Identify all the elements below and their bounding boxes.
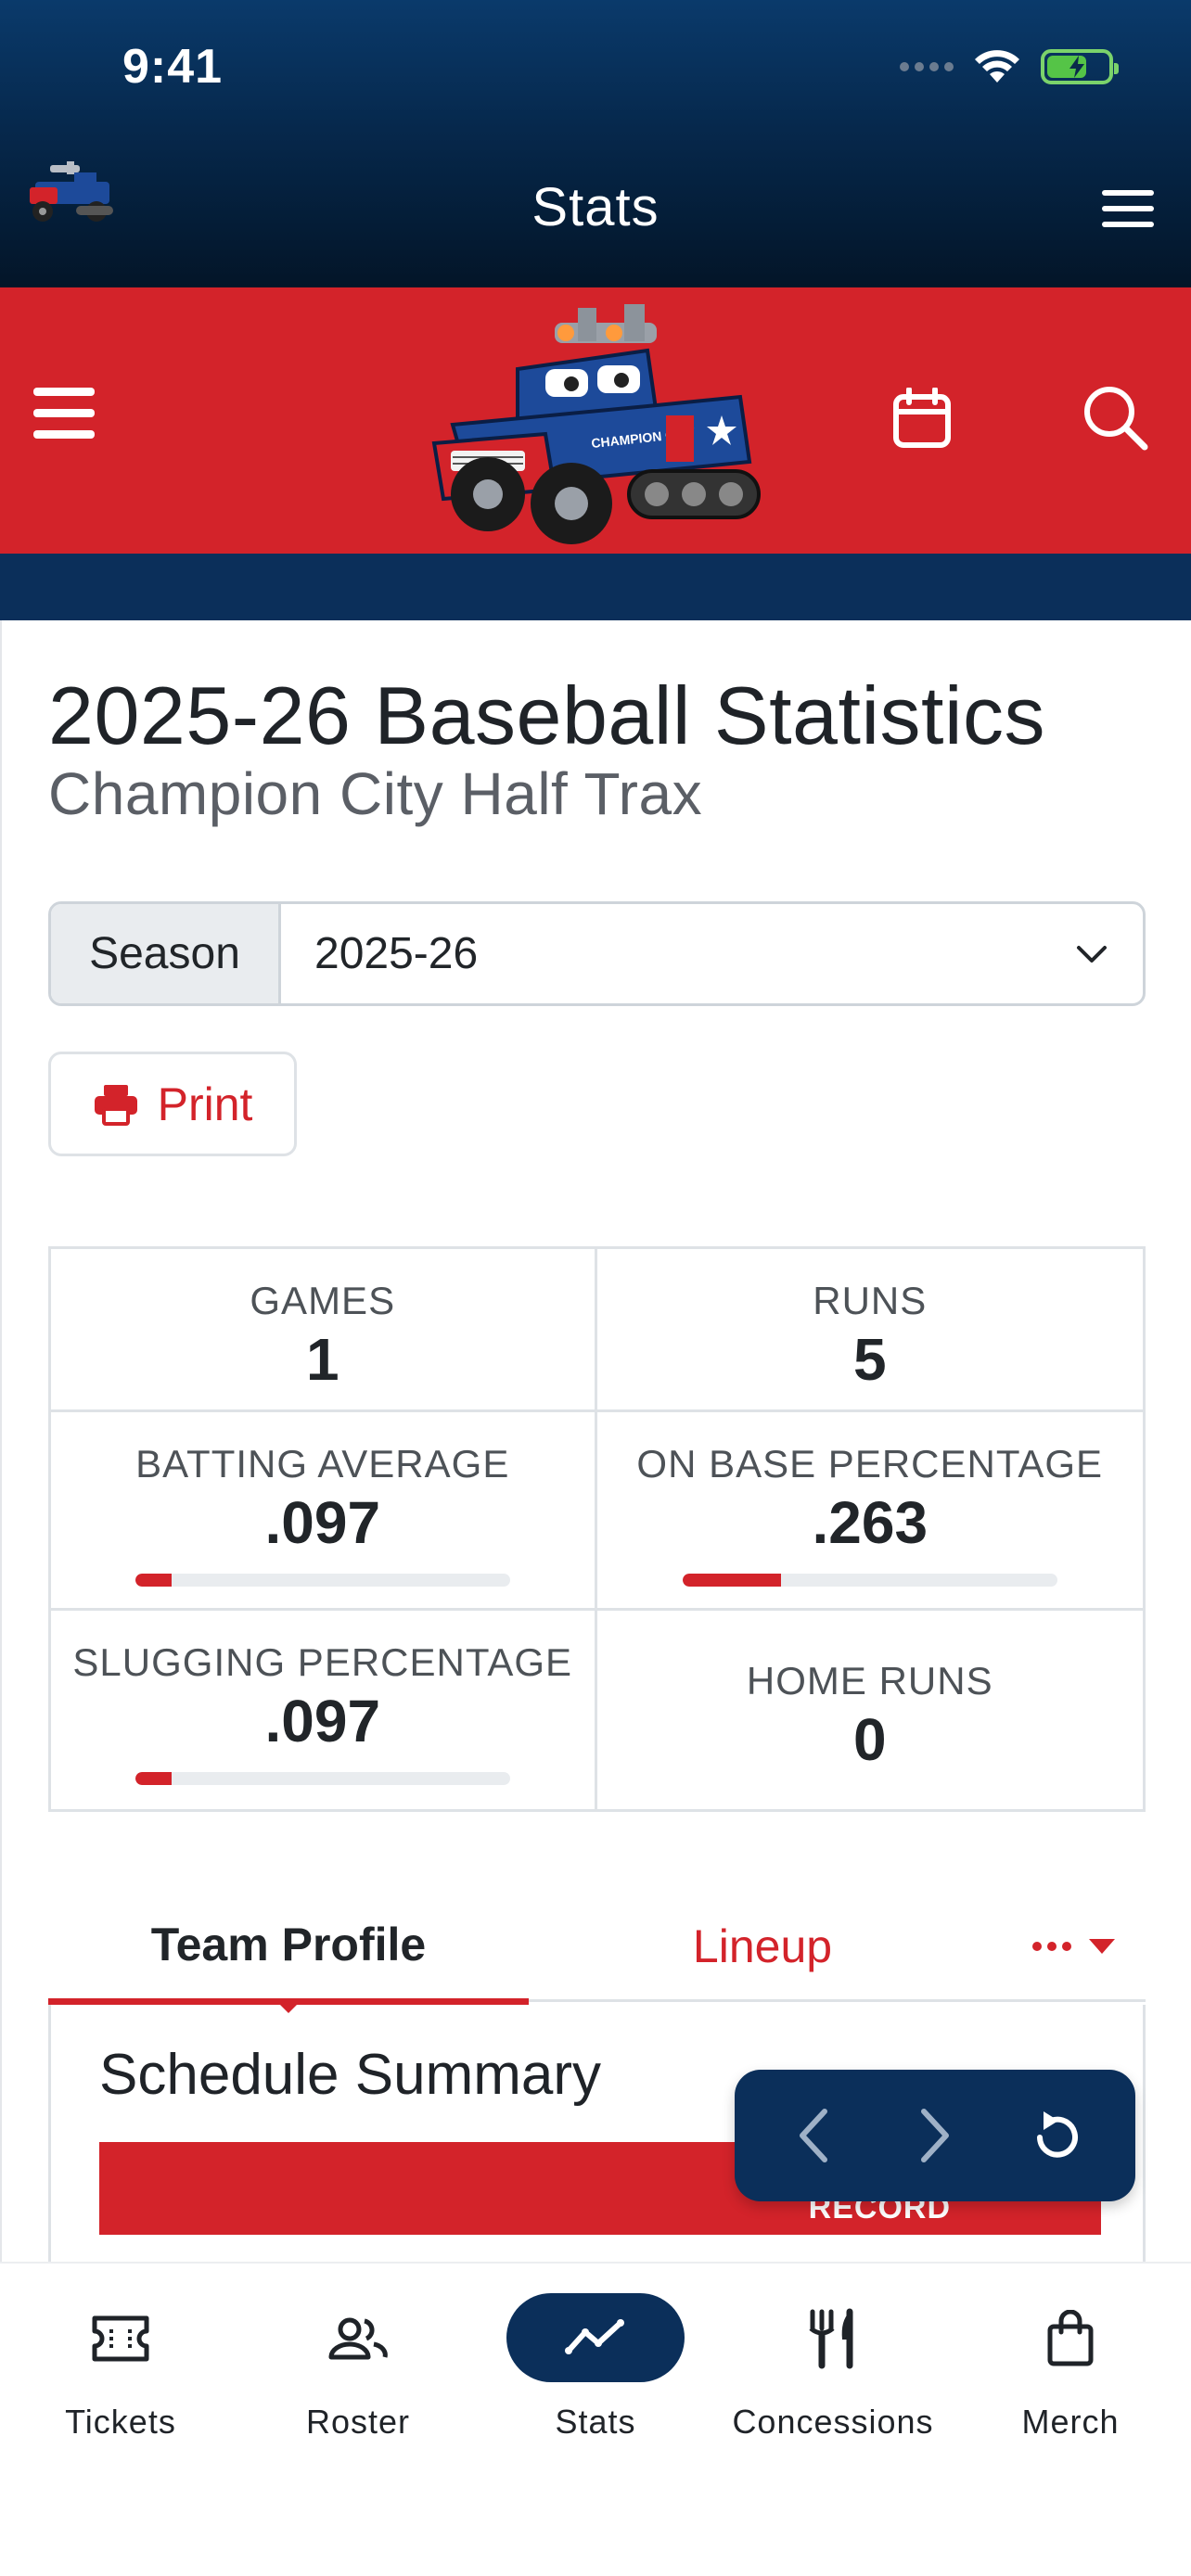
stat-games: GAMES 1 bbox=[51, 1249, 597, 1412]
caret-down-icon bbox=[1089, 1939, 1115, 1954]
reload-button[interactable] bbox=[1019, 2098, 1094, 2173]
stats-page-content: 2025-26 Baseball Statistics Champion Cit… bbox=[0, 620, 1191, 2376]
navy-divider bbox=[0, 554, 1191, 620]
print-button[interactable]: Print bbox=[48, 1052, 297, 1156]
page-title: 2025-26 Baseball Statistics bbox=[48, 670, 1045, 761]
profile-tabs: Team Profile Lineup bbox=[48, 1891, 1146, 2005]
stat-label: RUNS bbox=[813, 1279, 928, 1322]
stat-label: ON BASE PERCENTAGE bbox=[636, 1442, 1104, 1486]
season-select-value: 2025-26 bbox=[314, 929, 479, 978]
app-title: Stats bbox=[531, 177, 660, 237]
stats-summary-grid: GAMES 1 RUNS 5 BATTING AVERAGE .097 ON B… bbox=[48, 1246, 1146, 1812]
shopping-bag-icon bbox=[1047, 2310, 1094, 2366]
wifi-icon bbox=[975, 50, 1019, 83]
cellular-signal-icon bbox=[900, 62, 954, 71]
nav-item-stats[interactable]: Stats bbox=[477, 2292, 714, 2442]
stat-value: 1 bbox=[305, 1326, 339, 1393]
stat-value: .097 bbox=[264, 1688, 381, 1754]
status-icons bbox=[900, 45, 1119, 89]
tab-lineup[interactable]: Lineup bbox=[623, 1891, 902, 2002]
stat-on-base-percentage: ON BASE PERCENTAGE .263 bbox=[596, 1412, 1143, 1611]
stat-value: 0 bbox=[852, 1706, 887, 1773]
chevron-left-icon bbox=[800, 2109, 828, 2162]
card-title: Schedule Summary bbox=[99, 2043, 602, 2107]
team-logo-truck[interactable]: CHAMPION CITY bbox=[416, 304, 779, 545]
browser-controls bbox=[735, 2070, 1135, 2201]
printer-icon bbox=[94, 1084, 137, 1126]
stat-value: .263 bbox=[812, 1489, 928, 1556]
nav-item-merch[interactable]: Merch bbox=[952, 2297, 1189, 2442]
app-header: 9:41 Stats bbox=[0, 0, 1191, 287]
chevron-right-icon bbox=[920, 2109, 949, 2162]
progress-bar bbox=[682, 1574, 1057, 1587]
chevron-down-icon bbox=[1077, 945, 1107, 963]
stat-label: GAMES bbox=[250, 1279, 396, 1322]
stat-batting-average: BATTING AVERAGE .097 bbox=[51, 1412, 597, 1611]
utensils-icon bbox=[809, 2308, 853, 2369]
season-select[interactable]: 2025-26 bbox=[281, 904, 1143, 1003]
progress-bar-fill bbox=[682, 1574, 781, 1587]
ticket-icon bbox=[92, 2315, 149, 2362]
season-filter: Season 2025-26 bbox=[48, 901, 1146, 1006]
chart-line-icon bbox=[565, 2318, 624, 2354]
nav-active-indicator bbox=[506, 2292, 685, 2382]
stat-home-runs: HOME RUNS 0 bbox=[597, 1611, 1144, 1809]
nav-label: Stats bbox=[555, 2403, 636, 2441]
progress-bar bbox=[134, 1772, 510, 1785]
calendar-icon[interactable] bbox=[892, 388, 952, 449]
stat-slugging-percentage: SLUGGING PERCENTAGE .097 bbox=[51, 1611, 597, 1809]
nav-item-concessions[interactable]: Concessions bbox=[714, 2297, 952, 2442]
nav-label: Roster bbox=[305, 2403, 411, 2441]
stat-runs: RUNS 5 bbox=[596, 1249, 1143, 1412]
forward-button[interactable] bbox=[898, 2098, 972, 2173]
site-header: CHAMPION CITY bbox=[0, 287, 1191, 554]
print-label: Print bbox=[157, 1078, 253, 1130]
stat-value: .097 bbox=[264, 1489, 381, 1556]
progress-bar-fill bbox=[134, 1772, 172, 1785]
tab-more-dropdown[interactable] bbox=[1004, 1891, 1143, 2002]
page-subtitle: Champion City Half Trax bbox=[48, 760, 703, 827]
battery-icon bbox=[1041, 49, 1119, 84]
tab-team-profile[interactable]: Team Profile bbox=[48, 1891, 529, 2005]
stat-value: 5 bbox=[852, 1326, 887, 1393]
site-menu-icon[interactable] bbox=[33, 388, 95, 441]
search-icon[interactable] bbox=[1082, 384, 1148, 451]
nav-item-tickets[interactable]: Tickets bbox=[2, 2297, 239, 2442]
nav-label: Merch bbox=[1021, 2403, 1120, 2441]
nav-label: Tickets bbox=[65, 2403, 176, 2441]
season-label: Season bbox=[51, 904, 281, 1003]
bottom-tab-bar: Tickets Roster Stats Concessions Merch bbox=[0, 2262, 1191, 2576]
progress-bar-fill bbox=[134, 1574, 172, 1587]
ellipsis-icon bbox=[1032, 1942, 1071, 1951]
reload-icon bbox=[1036, 2111, 1078, 2158]
nav-label: Concessions bbox=[732, 2403, 934, 2441]
stat-label: SLUGGING PERCENTAGE bbox=[72, 1640, 573, 1684]
stat-label: HOME RUNS bbox=[746, 1659, 993, 1702]
back-button[interactable] bbox=[776, 2098, 851, 2173]
people-icon bbox=[328, 2317, 388, 2360]
app-menu-icon[interactable] bbox=[1102, 190, 1154, 231]
nav-item-roster[interactable]: Roster bbox=[239, 2297, 477, 2442]
status-time: 9:41 bbox=[122, 40, 224, 94]
progress-bar bbox=[134, 1574, 510, 1587]
stat-label: BATTING AVERAGE bbox=[135, 1442, 510, 1486]
